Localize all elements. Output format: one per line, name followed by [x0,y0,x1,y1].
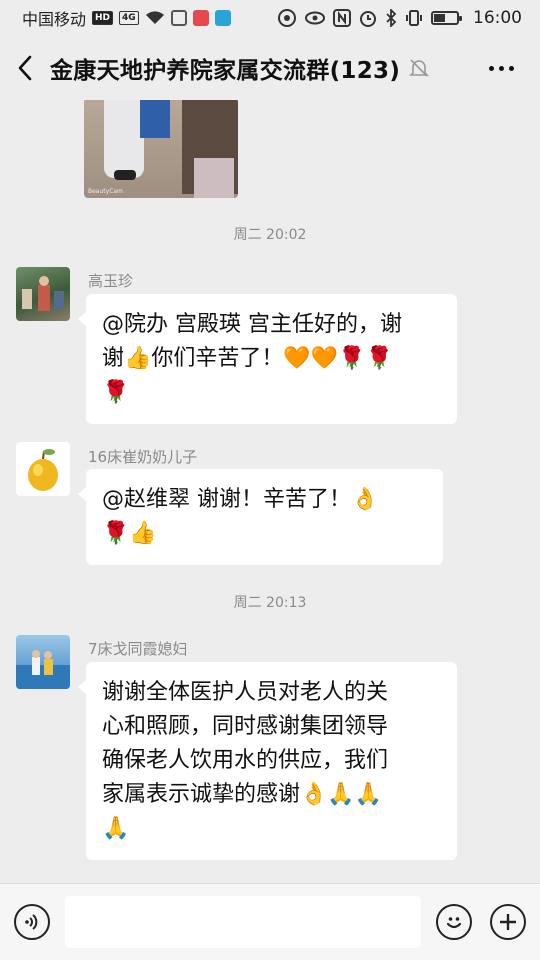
bell-off-icon [408,57,430,79]
message-bubble[interactable]: @院办 宫殿瑛 宫主任好的，谢 谢👍你们辛苦了！🧡🧡🌹🌹 🌹 [78,294,457,424]
message-input[interactable] [65,896,421,948]
message-timestamp: 周二 20:02 [233,227,307,243]
photo-detail [114,170,136,180]
input-bar [0,883,540,960]
photo-detail [140,100,170,138]
eye-icon [278,9,296,27]
photo-watermark: BeautyCam [88,188,123,195]
more-dot [498,65,504,71]
message-line: 谢👍你们辛苦了！🧡🧡🌹🌹 [102,346,393,371]
message-bubble[interactable]: 谢谢全体医护人员对老人的关 心和照顾，同时感谢集团领导 确保老人饮用水的供应，我… [78,662,457,860]
sender-name: 高玉珍 [88,272,134,290]
more-functions-button[interactable] [490,904,526,940]
message-line: 🙏 [102,816,130,841]
message-line: @赵维翠 谢谢！辛苦了！👌 [102,487,379,512]
avatar[interactable] [16,267,70,321]
apple-icon [28,449,58,491]
carrier-label: 中国移动 [22,10,87,29]
chat-title: 金康天地护养院家属交流群(123) [50,58,401,84]
more-options-button[interactable] [484,51,518,85]
eye-comfort-icon [305,11,325,25]
photo-message[interactable]: BeautyCam [84,100,238,198]
back-button[interactable] [0,36,50,100]
clock: 16:00 [473,8,522,28]
nfc-icon [333,9,351,27]
message-line: 确保老人饮用水的供应，我们 [102,748,389,773]
alarm-icon [360,11,376,27]
battery-icon [431,11,462,25]
message-bubble[interactable]: @赵维翠 谢谢！辛苦了！👌 🌹👍 [78,469,443,565]
avatar-photo [22,276,64,311]
message-timestamp: 周二 20:13 [233,595,307,611]
network-badge: 4G [119,11,139,25]
chat-header: 金康天地护养院家属交流群(123) [0,36,540,100]
app-notify-icon [214,10,231,26]
plus-icon [500,914,516,930]
sender-name: 16床崔奶奶儿子 [88,448,198,466]
status-left: 中国移动 HD 4G [22,6,231,30]
message-list[interactable]: BeautyCam 周二 20:02 高玉珍 @院办 宫殿瑛 宫主任好的，谢 谢… [0,100,540,883]
app-notify-icon [170,10,187,26]
wifi-icon [145,11,164,24]
status-right: 16:00 [277,8,522,28]
voice-icon [25,914,38,930]
more-dot [508,65,514,71]
message-line: 🌹👍 [102,521,157,546]
avatar[interactable] [16,635,70,689]
message-line: @院办 宫殿瑛 宫主任好的，谢 [102,312,402,337]
message-line: 家属表示诚挚的感谢👌🙏🙏 [102,782,383,807]
emoji-button[interactable] [436,904,472,940]
status-bar: 中国移动 HD 4G 16:00 [0,0,540,36]
more-dot [488,65,494,71]
battery-fill [434,14,445,22]
voice-input-button[interactable] [14,904,50,940]
hd-badge: HD [92,11,114,25]
avatar-photo [16,650,70,689]
bluetooth-icon [386,9,397,27]
avatar[interactable] [16,442,70,496]
message-line: 谢谢全体医护人员对老人的关 [102,680,389,705]
photo-detail [194,158,234,198]
chevron-left-icon [18,55,32,81]
app-notify-icon [192,10,209,26]
photo-detail [104,100,144,178]
vibrate-icon [406,10,422,26]
smiley-icon [446,917,462,929]
message-line: 心和照顾，同时感谢集团领导 [102,714,389,739]
message-line: 🌹 [102,380,130,405]
sender-name: 7床戈同霞媳妇 [88,640,188,658]
